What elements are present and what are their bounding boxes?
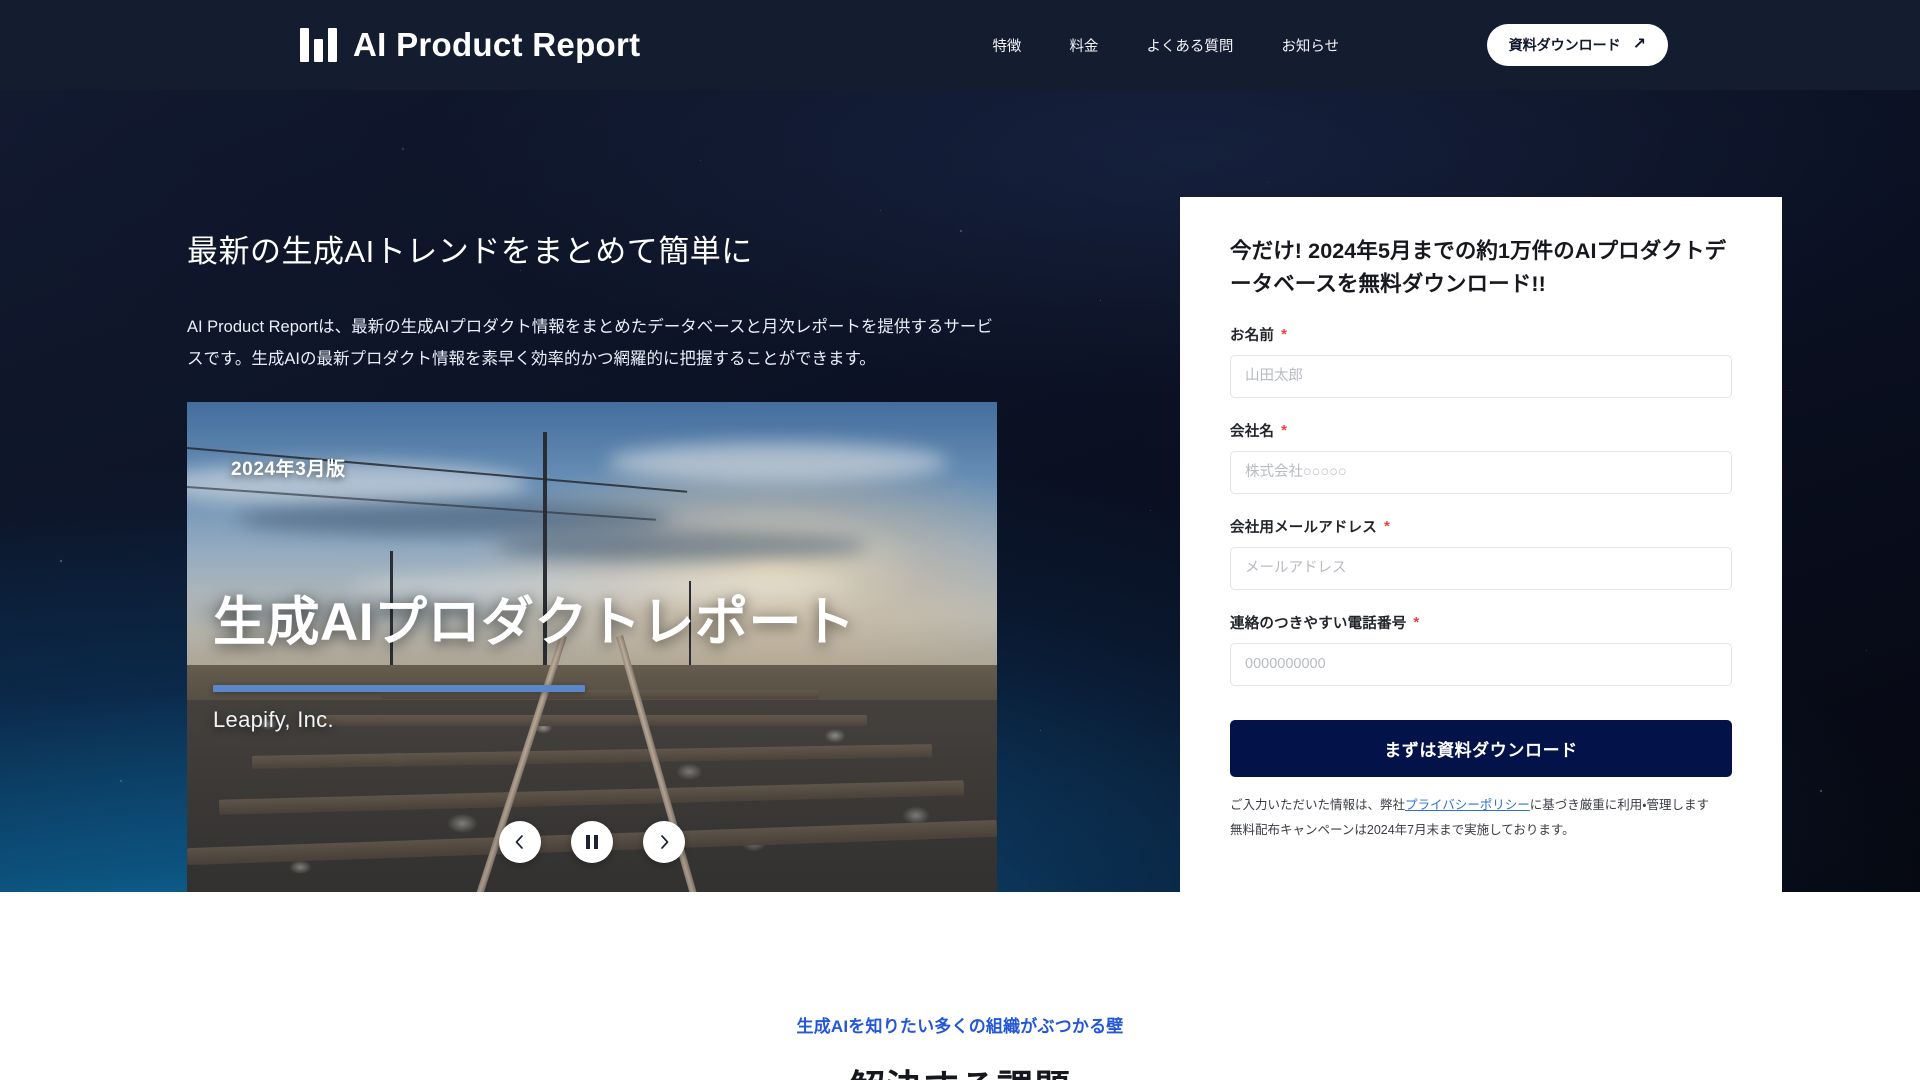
field-email-label: 会社用メールアドレス *	[1230, 516, 1732, 537]
slide-title: 生成AIプロダクトレポート	[213, 580, 856, 656]
form-title: 今だけ! 2024年5月までの約1万件のAIプロダクトデータベースを無料ダウンロ…	[1230, 235, 1732, 302]
arrow-up-right-icon: ↗	[1633, 37, 1646, 53]
carousel-pause-button[interactable]	[571, 821, 613, 863]
carousel-prev-button[interactable]	[499, 821, 541, 863]
privacy-policy-link[interactable]: プライバシーポリシー	[1405, 798, 1530, 812]
email-input[interactable]	[1230, 547, 1732, 590]
slide-brand: Leapify, Inc.	[213, 707, 334, 733]
slide-accent-rule	[213, 685, 585, 692]
field-name-label: お名前 *	[1230, 324, 1732, 345]
main-nav: 特徴 料金 よくある質問 お知らせ	[992, 35, 1339, 56]
report-carousel[interactable]: 2024年3月版 生成AIプロダクトレポート Leapify, Inc.	[187, 402, 997, 892]
carousel-next-button[interactable]	[643, 821, 685, 863]
chevron-left-icon	[512, 834, 528, 850]
problems-eyebrow: 生成AIを知りたい多くの組織がぶつかる壁	[0, 1012, 1920, 1037]
field-phone: 連絡のつきやすい電話番号 *	[1230, 612, 1732, 686]
logo[interactable]: AI Product Report	[300, 26, 640, 64]
required-asterisk: *	[1384, 519, 1390, 534]
field-email: 会社用メールアドレス *	[1230, 516, 1732, 590]
form-privacy-note: ご入力いただいた情報は、弊社プライバシーポリシーに基づき厳重に利用・管理します …	[1230, 793, 1732, 843]
required-asterisk: *	[1281, 423, 1287, 438]
hero-section: 最新の生成AIトレンドをまとめて簡単に AI Product Reportは、最…	[0, 90, 1920, 892]
problems-heading: 解決する課題	[0, 1059, 1920, 1080]
nav-item-pricing[interactable]: 料金	[1069, 35, 1098, 56]
form-note-line-1: ご入力いただいた情報は、弊社プライバシーポリシーに基づき厳重に利用・管理します	[1230, 793, 1732, 818]
name-input[interactable]	[1230, 355, 1732, 398]
field-name: お名前 *	[1230, 324, 1732, 398]
slide-eyebrow: 2024年3月版	[231, 454, 953, 481]
bar-chart-icon	[300, 28, 337, 62]
nav-item-features[interactable]: 特徴	[992, 35, 1021, 56]
nav-item-news[interactable]: お知らせ	[1281, 35, 1339, 56]
problems-section: 生成AIを知りたい多くの組織がぶつかる壁 解決する課題	[0, 892, 1920, 1080]
field-company-label: 会社名 *	[1230, 420, 1732, 441]
logo-text: AI Product Report	[353, 26, 640, 64]
lead-form-panel: 今だけ! 2024年5月までの約1万件のAIプロダクトデータベースを無料ダウンロ…	[1180, 197, 1782, 892]
nav-item-faq[interactable]: よくある質問	[1146, 35, 1233, 56]
company-input[interactable]	[1230, 451, 1732, 494]
header-download-button[interactable]: 資料ダウンロード ↗	[1487, 24, 1668, 66]
chevron-right-icon	[656, 834, 672, 850]
phone-input[interactable]	[1230, 643, 1732, 686]
submit-download-button[interactable]: まずは資料ダウンロード	[1230, 720, 1732, 777]
hero-description: AI Product Reportは、最新の生成AIプロダクト情報をまとめたデー…	[187, 311, 1005, 375]
hero-copy: 最新の生成AIトレンドをまとめて簡単に AI Product Reportは、最…	[187, 90, 1007, 375]
carousel-slide: 2024年3月版 生成AIプロダクトレポート Leapify, Inc.	[187, 402, 997, 892]
header-cta-label: 資料ダウンロード	[1509, 35, 1621, 55]
required-asterisk: *	[1281, 327, 1287, 342]
carousel-controls	[187, 821, 997, 863]
field-company: 会社名 *	[1230, 420, 1732, 494]
required-asterisk: *	[1413, 615, 1419, 630]
form-note-line-2: 無料配布キャンペーンは2024年7月末まで実施しております。	[1230, 818, 1732, 843]
field-phone-label: 連絡のつきやすい電話番号 *	[1230, 612, 1732, 633]
site-header: AI Product Report 特徴 料金 よくある質問 お知らせ 資料ダウ…	[0, 0, 1920, 90]
hero-title: 最新の生成AIトレンドをまとめて簡単に	[187, 230, 1007, 275]
pause-icon	[586, 835, 598, 849]
